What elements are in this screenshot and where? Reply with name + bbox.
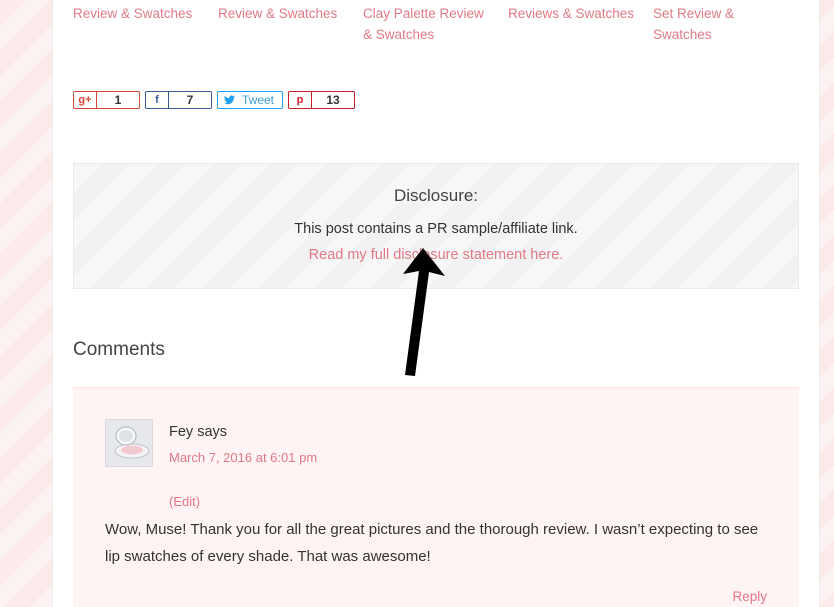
- arrow-annotation-icon: [403, 248, 445, 376]
- pinterest-share-button[interactable]: p 13: [288, 91, 355, 109]
- twitter-share-button[interactable]: Tweet: [217, 91, 283, 109]
- twitter-icon: [218, 92, 240, 108]
- related-post-link[interactable]: Review & Swatches: [218, 3, 350, 24]
- avatar: [105, 419, 153, 467]
- comment-author: Fey says: [169, 424, 228, 440]
- facebook-share-button[interactable]: f 7: [145, 91, 212, 109]
- pinterest-icon: p: [289, 92, 312, 108]
- facebook-count: 7: [186, 93, 194, 107]
- comment-date-link[interactable]: March 7, 2016 at 6:01 pm: [169, 450, 317, 465]
- facebook-icon: f: [146, 92, 169, 108]
- google-plus-share-button[interactable]: g+ 1: [73, 91, 140, 109]
- google-plus-icon: g+: [74, 92, 97, 108]
- related-post-link[interactable]: Review & Swatches: [73, 3, 205, 24]
- comments-heading: Comments: [73, 339, 165, 360]
- compact-mirror-icon: [106, 420, 152, 466]
- comment-body: Wow, Muse! Thank you for all the great p…: [105, 521, 759, 565]
- pinterest-count: 13: [326, 93, 340, 107]
- tweet-label: Tweet: [242, 93, 275, 107]
- reply-link[interactable]: Reply: [732, 589, 767, 604]
- related-post-link[interactable]: Reviews & Swatches: [508, 3, 640, 24]
- page-background: Review & Swatches Review & Swatches Clay…: [0, 0, 834, 607]
- disclosure-text: This post contains a PR sample/affiliate…: [294, 221, 578, 237]
- related-posts: Review & Swatches Review & Swatches Clay…: [73, 3, 793, 47]
- comment-edit-link[interactable]: (Edit): [169, 494, 200, 509]
- related-post-link[interactable]: Set Review & Swatches: [653, 3, 785, 45]
- disclosure-title: Disclosure:: [393, 186, 479, 205]
- related-post-link[interactable]: Clay Palette Review & Swatches: [363, 3, 495, 45]
- google-plus-count: 1: [114, 93, 122, 107]
- post-content: Review & Swatches Review & Swatches Clay…: [52, 0, 820, 607]
- comment-item: Fey says March 7, 2016 at 6:01 pm (Edit)…: [73, 387, 799, 607]
